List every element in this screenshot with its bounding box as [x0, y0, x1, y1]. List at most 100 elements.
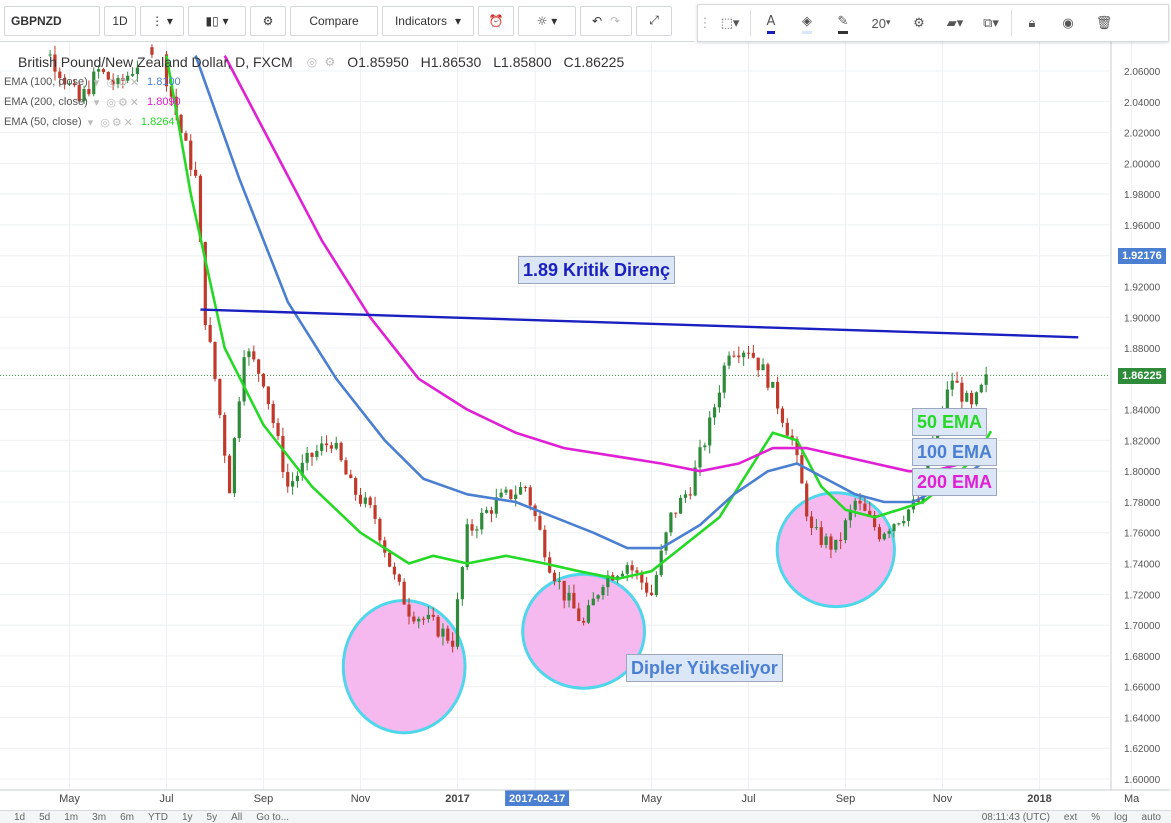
log-toggle[interactable]: log: [1114, 812, 1127, 823]
candle-body: [829, 536, 833, 550]
separator: [1011, 10, 1012, 36]
candle-body: [252, 351, 256, 360]
compare-button[interactable]: Compare: [290, 5, 378, 36]
x-tick-label: 2018: [1027, 793, 1051, 805]
ema100-annotation[interactable]: 100 EMA: [912, 438, 998, 466]
paint-bucket-icon: ◈: [802, 13, 812, 34]
candle-body: [271, 403, 275, 424]
high-value: H1.86530: [420, 54, 482, 70]
candle-body: [392, 566, 397, 575]
fullscreen-button[interactable]: ⤢: [636, 5, 672, 36]
candle-body: [669, 512, 673, 533]
settings-button[interactable]: ⚙: [250, 5, 286, 36]
range-ytd[interactable]: YTD: [148, 812, 168, 823]
candle-body: [480, 512, 484, 530]
candle-body: [562, 580, 566, 601]
ema-settings-icons[interactable]: ▾ ◎⚙✕: [94, 76, 141, 89]
lock-button[interactable]: 🔒︎: [1014, 8, 1050, 38]
candle-body: [732, 355, 736, 357]
redo-icon[interactable]: ↷: [610, 14, 620, 28]
hide-button[interactable]: ◉: [1050, 8, 1086, 38]
drawing-toolbar: ⋮ ⬚▾ A ◈ ✎ 20 ▾ ⚙ ▰▾ ⧉▾ 🔒︎ ◉ 🗑︎: [697, 4, 1169, 42]
interval-label: 1D: [112, 13, 128, 28]
ohlc-values: O1.85950 H1.86530 L1.85800 C1.86225: [347, 54, 632, 70]
ema200-value: 1.8090: [147, 96, 181, 108]
range-6m[interactable]: 6m: [120, 812, 134, 823]
candle-body: [431, 614, 435, 617]
auto-toggle[interactable]: auto: [1142, 812, 1161, 823]
range-all[interactable]: All: [231, 812, 242, 823]
candle-body: [407, 604, 411, 617]
range-5y[interactable]: 5y: [207, 812, 218, 823]
lows-annotation[interactable]: Dipler Yükseliyor: [626, 654, 783, 682]
candle-body: [281, 435, 285, 473]
y-tick-label: 1.80000: [1124, 467, 1161, 478]
drag-handle-icon[interactable]: ⋮: [698, 8, 712, 38]
indicators-button[interactable]: Indicators ▾: [382, 5, 474, 36]
y-tick-label: 1.74000: [1124, 560, 1161, 571]
selection-icon: ⬚▾: [720, 15, 740, 31]
fill-color-button[interactable]: ◈: [789, 8, 825, 38]
ema50-annotation[interactable]: 50 EMA: [912, 408, 988, 436]
current-price-tag: 1.86225: [1118, 368, 1166, 384]
candle-body: [766, 364, 770, 388]
candle-body: [543, 529, 547, 558]
candle-body: [368, 497, 372, 506]
range-1y[interactable]: 1y: [182, 812, 193, 823]
candle-body: [596, 595, 600, 599]
ema200-legend-row[interactable]: EMA (200, close) ▾ ◎⚙✕ 1.8090: [0, 92, 632, 112]
interval-button[interactable]: 1D: [104, 5, 136, 36]
undo-icon[interactable]: ↶: [592, 14, 602, 28]
candle-body: [809, 516, 814, 528]
range-1m[interactable]: 1m: [64, 812, 78, 823]
candle-body: [674, 512, 678, 514]
candle-body: [232, 438, 236, 494]
range-3m[interactable]: 3m: [92, 812, 106, 823]
x-tick-label: Ma: [1124, 793, 1140, 805]
chart-type-button[interactable]: ▮▯ ▾: [188, 5, 246, 36]
text-color-button[interactable]: A: [753, 8, 789, 38]
candle-body: [863, 503, 867, 511]
series-settings-icons[interactable]: ◎ ⚙: [307, 55, 338, 69]
ema200-annotation[interactable]: 200 EMA: [912, 468, 998, 496]
candle-body: [965, 392, 969, 402]
x-tick-label: Jul: [159, 793, 173, 805]
font-size-select[interactable]: 20 ▾: [861, 8, 901, 38]
candle-body: [567, 592, 571, 601]
candle-body: [843, 520, 848, 541]
candle-body: [446, 628, 450, 641]
candle-body: [339, 442, 343, 461]
undo-redo-group: ↶ ↷: [580, 5, 632, 36]
templates-button[interactable]: ☼ ▾: [518, 5, 576, 36]
x-tick-label: Nov: [933, 793, 953, 805]
ema100-legend-row[interactable]: EMA (100, close) ▾ ◎⚙✕ 1.8100: [0, 72, 632, 92]
symbol-search[interactable]: GBPNZD: [4, 5, 100, 36]
alert-button[interactable]: ⏰: [478, 5, 514, 36]
ema50-legend-row[interactable]: EMA (50, close) ▾ ◎⚙✕ 1.8264: [0, 112, 632, 132]
range-1d[interactable]: 1d: [14, 812, 25, 823]
ema-settings-icons[interactable]: ▾ ◎⚙✕: [94, 96, 141, 109]
percent-toggle[interactable]: %: [1091, 812, 1100, 823]
visual-order-button[interactable]: ▰▾: [937, 8, 973, 38]
goto-date[interactable]: Go to...: [256, 812, 289, 823]
candles-icon: ▮▯ ▾: [205, 13, 229, 28]
line-color-button[interactable]: ✎: [825, 8, 861, 38]
ext-toggle[interactable]: ext: [1064, 812, 1077, 823]
y-tick-label: 1.66000: [1124, 683, 1161, 694]
delete-button[interactable]: 🗑︎: [1086, 8, 1122, 38]
y-tick-label: 1.60000: [1124, 775, 1161, 786]
ema-settings-icons[interactable]: ▾ ◎⚙✕: [88, 116, 135, 129]
y-tick-label: 1.62000: [1124, 744, 1161, 755]
range-5d[interactable]: 5d: [39, 812, 50, 823]
selection-box-button[interactable]: ⬚▾: [712, 8, 748, 38]
candle-body: [237, 401, 241, 439]
drawing-settings-button[interactable]: ⚙: [901, 8, 937, 38]
candle-body: [518, 487, 523, 495]
clone-button[interactable]: ⧉▾: [973, 8, 1009, 38]
x-tick-label: Jul: [741, 793, 755, 805]
candle-body: [819, 527, 823, 545]
interval-menu-button[interactable]: ⋮ ▾: [140, 5, 184, 36]
candle-body: [286, 472, 290, 487]
resistance-annotation[interactable]: 1.89 Kritik Direnç: [518, 256, 676, 284]
candle-body: [523, 487, 527, 489]
